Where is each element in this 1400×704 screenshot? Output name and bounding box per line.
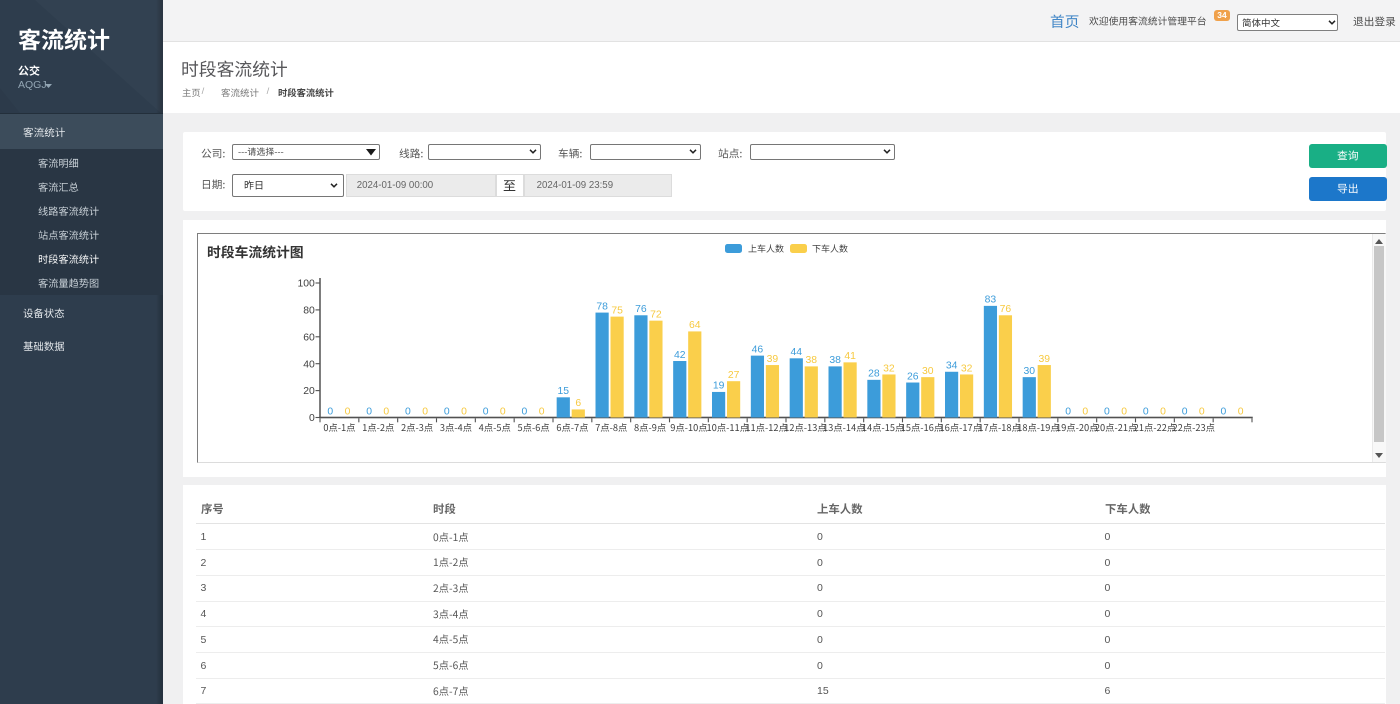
svg-text:0: 0 (522, 406, 528, 417)
svg-text:0: 0 (1221, 406, 1227, 417)
svg-text:72: 72 (650, 310, 662, 321)
svg-text:39: 39 (1039, 354, 1051, 365)
svg-text:27: 27 (728, 370, 740, 381)
svg-text:30: 30 (1024, 366, 1036, 377)
svg-text:0: 0 (309, 413, 315, 424)
svg-text:0: 0 (1238, 406, 1244, 417)
svg-text:0: 0 (327, 406, 333, 417)
svg-text:0: 0 (366, 406, 372, 417)
svg-text:32: 32 (961, 363, 973, 374)
svg-text:46: 46 (752, 344, 764, 355)
svg-text:0: 0 (1065, 406, 1071, 417)
svg-text:0: 0 (1143, 406, 1149, 417)
svg-text:0: 0 (500, 406, 506, 417)
svg-text:0: 0 (405, 406, 411, 417)
svg-text:28: 28 (868, 369, 880, 380)
svg-text:76: 76 (635, 304, 647, 315)
svg-text:0: 0 (422, 406, 428, 417)
svg-text:0: 0 (461, 406, 467, 417)
svg-text:30: 30 (922, 366, 934, 377)
svg-text:19: 19 (713, 381, 725, 392)
svg-text:20: 20 (303, 386, 315, 397)
svg-text:0: 0 (483, 406, 489, 417)
svg-text:0: 0 (1121, 406, 1127, 417)
svg-text:0: 0 (1182, 406, 1188, 417)
svg-text:0: 0 (345, 406, 351, 417)
svg-text:80: 80 (303, 306, 315, 317)
svg-text:32: 32 (883, 363, 895, 374)
svg-text:0: 0 (1082, 406, 1088, 417)
svg-text:78: 78 (596, 301, 608, 312)
svg-text:0: 0 (1199, 406, 1205, 417)
svg-text:15: 15 (558, 386, 570, 397)
svg-text:100: 100 (297, 279, 315, 290)
svg-text:76: 76 (1000, 304, 1012, 315)
svg-text:0: 0 (1160, 406, 1166, 417)
svg-text:0: 0 (539, 406, 545, 417)
svg-text:26: 26 (907, 371, 919, 382)
svg-text:40: 40 (303, 359, 315, 370)
svg-text:42: 42 (674, 350, 686, 361)
svg-text:41: 41 (844, 351, 856, 362)
svg-text:64: 64 (689, 320, 701, 331)
svg-text:39: 39 (767, 354, 779, 365)
svg-text:60: 60 (303, 332, 315, 343)
svg-text:0: 0 (444, 406, 450, 417)
svg-text:38: 38 (806, 355, 818, 366)
svg-text:0: 0 (383, 406, 389, 417)
svg-text:0: 0 (1104, 406, 1110, 417)
svg-text:75: 75 (611, 305, 623, 316)
svg-text:34: 34 (946, 361, 958, 372)
svg-text:6: 6 (575, 398, 581, 409)
svg-text:38: 38 (829, 355, 841, 366)
svg-text:83: 83 (985, 295, 997, 306)
svg-text:44: 44 (791, 347, 803, 358)
